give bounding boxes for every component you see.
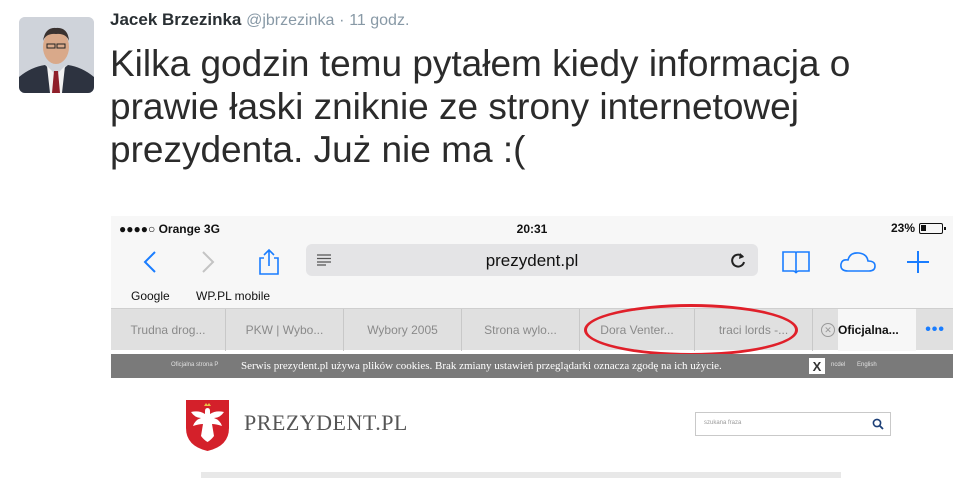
attached-screenshot[interactable]: ●●●●○ Orange 3G 20:31 23% prezydent.pl G… (111, 216, 953, 480)
tab-oficjalna-active[interactable]: Oficjalna... (838, 309, 916, 351)
bookmark-google[interactable]: Google (131, 289, 170, 303)
back-icon[interactable] (135, 247, 165, 277)
tweet-timestamp[interactable]: 11 godz. (349, 12, 409, 29)
tweet-header: Jacek Brzezinka @jbrzezinka · 11 godz. (110, 10, 409, 30)
new-tab-plus-icon[interactable] (903, 247, 933, 277)
page-content-cutoff (201, 472, 841, 478)
cookie-right-text-2: ncdel (831, 362, 846, 368)
address-bar[interactable]: prezydent.pl (306, 244, 758, 276)
bookmarks-book-icon[interactable] (781, 247, 811, 277)
tab-bar: Trudna drog... PKW | Wybo... Wybory 2005… (111, 308, 953, 351)
bookmarks-bar: Google WP.PL mobile (111, 286, 953, 308)
battery-indicator: 23% (890, 221, 946, 235)
meta-separator: · (339, 12, 345, 29)
site-search-input[interactable]: szukana fraza (695, 412, 891, 436)
cookie-message: Serwis prezydent.pl używa plików cookies… (241, 360, 722, 372)
tab-strona-wylogowania[interactable]: Strona wylo... (462, 309, 580, 351)
safari-toolbar: prezydent.pl (111, 240, 953, 286)
more-tabs-icon[interactable]: ••• (925, 321, 945, 339)
tab-wybory-2005[interactable]: Wybory 2005 (344, 309, 462, 351)
share-icon[interactable] (254, 247, 284, 277)
tab-trudna-droga[interactable]: Trudna drog... (111, 309, 226, 351)
forward-icon[interactable] (193, 247, 223, 277)
url-text[interactable]: prezydent.pl (306, 251, 758, 271)
cookie-left-text: Oficjalna strona P (171, 362, 219, 368)
status-time: 20:31 (516, 222, 548, 236)
icloud-tabs-icon[interactable] (838, 247, 878, 277)
red-highlight-circle (584, 304, 798, 356)
reload-icon[interactable] (730, 251, 746, 274)
cookie-close-button[interactable]: X (809, 358, 825, 374)
author-handle[interactable]: @jbrzezinka (246, 12, 334, 29)
site-logo-text[interactable]: PREZYDENT.PL (244, 410, 408, 436)
tab-close-icon[interactable]: ✕ (821, 323, 835, 337)
ios-status-bar: ●●●●○ Orange 3G 20:31 23% (111, 216, 953, 240)
search-placeholder: szukana fraza (704, 420, 742, 426)
bookmark-wp-mobile[interactable]: WP.PL mobile (196, 289, 270, 303)
author-name[interactable]: Jacek Brzezinka (110, 10, 241, 29)
cookie-banner: Oficjalna strona P Serwis prezydent.pl u… (111, 354, 953, 378)
battery-percent: 23% (890, 221, 915, 235)
tweet-text: Kilka godzin temu pytałem kiedy informac… (110, 43, 851, 170)
battery-icon (919, 222, 946, 234)
language-english-link[interactable]: English (857, 362, 877, 368)
avatar[interactable] (19, 17, 94, 93)
search-icon[interactable] (872, 417, 884, 435)
polish-eagle-emblem-icon[interactable] (184, 398, 231, 452)
tab-pkw-wybory[interactable]: PKW | Wybo... (226, 309, 344, 351)
